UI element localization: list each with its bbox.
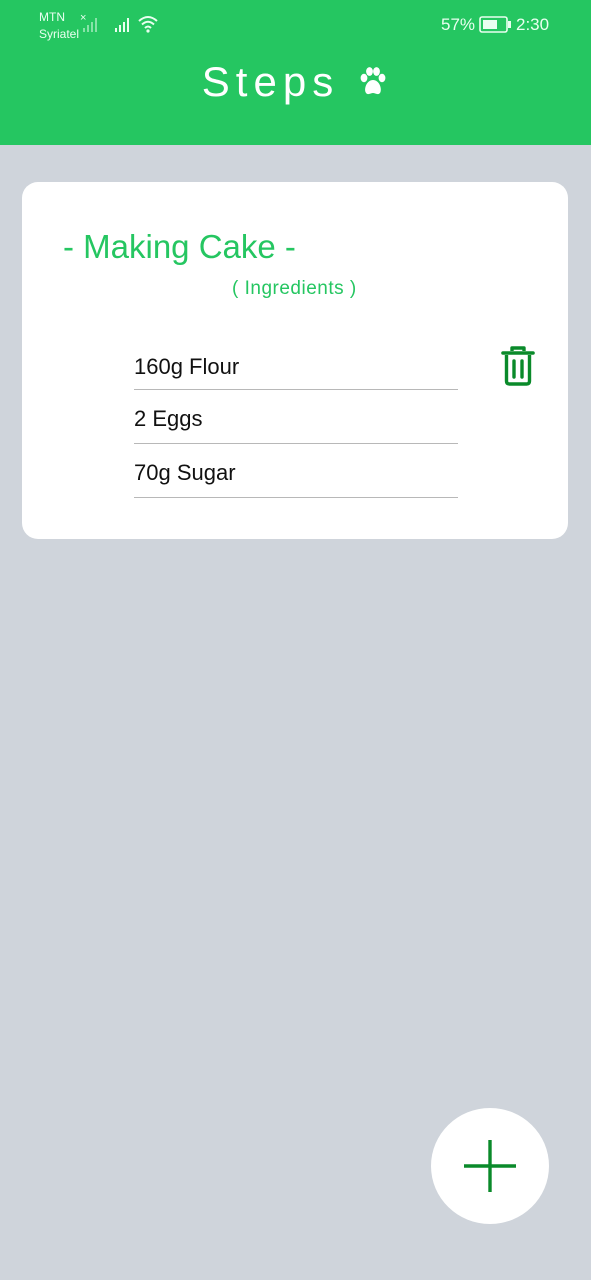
app-title: Steps: [0, 58, 591, 106]
recipe-title: - Making Cake -: [63, 228, 296, 265]
signal-icon-1: [83, 18, 97, 32]
app-header: MTN Syriatel × 57% 2:30 Steps: [0, 0, 591, 145]
recipe-card: - Making Cake - ( Ingredients ) 160g Flo…: [22, 182, 568, 539]
battery-icon: [479, 16, 511, 33]
ingredient-item: 2 Eggs: [134, 390, 458, 444]
trash-icon: [501, 346, 535, 386]
battery-percent: 57%: [441, 15, 476, 34]
carrier-2: Syriatel: [39, 27, 80, 41]
ingredient-list: 160g Flour 2 Eggs 70g Sugar: [134, 340, 458, 498]
app-title-text: Steps: [201, 58, 340, 105]
recipe-subtitle: ( Ingredients ): [232, 278, 357, 299]
carrier-names: MTN Syriatel: [39, 9, 79, 43]
clock: 2:30: [516, 15, 550, 34]
delete-button[interactable]: [500, 346, 536, 391]
carrier-1: MTN: [39, 10, 65, 24]
ingredient-item: 160g Flour: [134, 340, 458, 390]
add-button[interactable]: [431, 1108, 549, 1224]
plus-icon: [464, 1140, 516, 1192]
wifi-icon: [138, 16, 158, 33]
ingredient-item: 70g Sugar: [134, 444, 458, 498]
paw-icon: [360, 67, 386, 95]
status-bar: MTN Syriatel × 57% 2:30: [0, 0, 591, 50]
signal-icon-2: [115, 18, 129, 32]
